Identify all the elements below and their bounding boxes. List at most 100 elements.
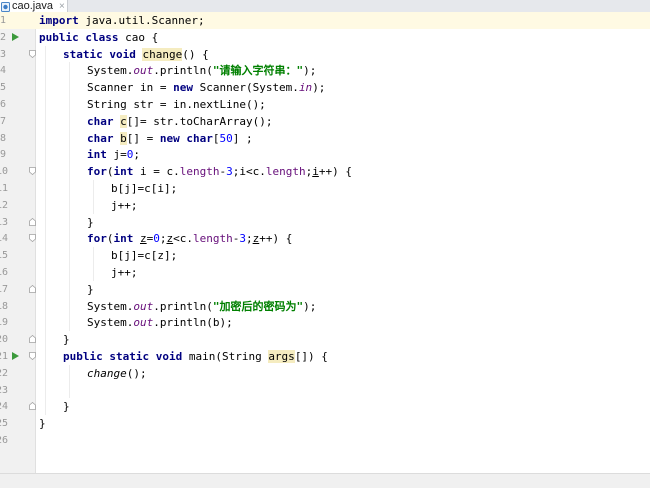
indent-guide-line [93,180,94,214]
code-line[interactable]: change(); [87,365,147,382]
gutter-row: 10 [0,163,36,180]
fold-end-icon[interactable] [29,284,36,293]
code-token: ] ; [232,131,253,145]
indent-guide-line [69,62,70,332]
highlighted-identifier: b [120,131,127,145]
code-line[interactable]: for(int z=0;z<c.length-3;z++) { [87,230,292,247]
code-token: System. [87,299,134,313]
code-token: Scanner in = [87,81,174,95]
code-line[interactable]: } [87,214,94,231]
gutter-row: 11 [0,180,35,197]
static-field-token: out [133,316,154,330]
code-line[interactable]: System.out.println("请输入字符串："); [87,62,316,79]
keyword-token: char [87,131,114,145]
code-token: java.util.Scanner; [78,14,205,27]
gutter-row: 1 [0,12,35,29]
fold-collapse-icon[interactable] [29,49,36,58]
line-number: 26 [0,435,9,446]
code-token: ; [159,232,167,246]
gutter-row: 2 [0,29,35,46]
code-line[interactable]: public class cao { [39,29,158,46]
code-line[interactable]: char b[] = new char[50] ; [87,130,253,147]
keyword-token: public class [39,30,119,44]
code-line[interactable]: b[j]=c[i]; [111,180,177,197]
field-token: length [179,165,220,179]
keyword-token: import [39,14,79,27]
code-line[interactable]: j++; [111,264,138,281]
code-token: } [63,333,70,347]
line-number: 16 [0,267,9,278]
keyword-token: int [113,165,134,179]
code-token: } [87,282,94,296]
code-token: } [63,400,70,414]
code-token: j++; [111,198,138,212]
line-number: 7 [0,115,6,127]
code-line[interactable]: b[j]=c[z]; [111,247,177,264]
highlighted-identifier: args [268,350,295,363]
line-number: 2 [0,31,6,43]
indent-guide-line [69,364,70,399]
code-line[interactable]: System.out.println(b); [87,314,233,331]
line-number: 24 [0,401,9,413]
indent-guide-line [45,45,46,416]
gutter-row: 16 [0,264,35,281]
static-field-token: out [133,299,154,313]
fold-end-icon[interactable] [29,217,36,226]
code-line[interactable]: int j=0; [87,146,140,163]
code-token: <c. [173,232,193,246]
line-number: 11 [0,183,9,194]
code-token: Scanner(System. [192,81,299,95]
line-number: 18 [0,300,9,312]
gutter-row: 18 [0,298,35,315]
line-number: 9 [0,149,6,161]
fold-end-icon[interactable] [29,335,36,344]
java-file-icon [1,1,10,12]
fold-collapse-icon[interactable] [29,352,36,360]
fold-collapse-icon[interactable] [29,234,36,243]
status-bar [0,473,650,488]
code-line[interactable]: j++; [111,197,138,214]
code-token: ); [312,81,326,95]
fold-end-icon[interactable] [29,402,36,411]
keyword-token: static void [63,47,136,61]
gutter-row: 4 [0,62,35,79]
code-token: ; [133,148,140,162]
code-line[interactable]: } [63,398,70,415]
code-line[interactable]: static void change() { [63,46,209,63]
code-line[interactable]: System.out.println("加密后的密码为"); [87,298,316,315]
code-line[interactable]: } [63,331,70,348]
run-icon[interactable] [12,352,19,360]
code-token: b[j]=c[z]; [111,249,178,263]
gutter-row: 22 [0,365,35,382]
code-line[interactable]: } [39,415,46,432]
code-line[interactable]: char c[]= str.toCharArray(); [87,113,272,130]
code-line[interactable]: String str = in.nextLine(); [87,96,266,113]
gutter-row: 14 [0,230,36,247]
code-line[interactable]: Scanner in = new Scanner(System.in); [87,79,325,96]
line-number: 23 [0,384,9,396]
code-line[interactable]: public static void main(String args[]) { [63,348,328,365]
number-literal: 50 [219,131,233,145]
fold-collapse-icon[interactable] [29,167,36,176]
code-line[interactable]: } [87,281,94,298]
gutter-row: 23 [0,382,35,399]
gutter-row: 3 [0,46,36,63]
run-icon[interactable] [12,32,19,41]
line-number: 1 [0,15,6,26]
line-number: 6 [0,99,6,110]
keyword-token: new [173,81,193,95]
gutter-row: 25 [0,415,35,432]
line-number: 17 [0,283,9,295]
line-number: 3 [0,48,6,60]
number-literal: 0 [153,232,160,246]
code-line[interactable]: for(int i = c.length-3;i<c.length;i++) { [87,163,352,180]
keyword-token: int [87,148,107,162]
line-number: 19 [0,317,9,329]
gutter-row: 13 [0,214,36,231]
code-token: main(String [182,350,269,363]
code-token: ;i<c. [232,165,266,179]
code-token: (); [126,366,147,380]
code-line[interactable]: import java.util.Scanner; [39,12,205,29]
code-token: String str = in.nextLine(); [87,98,266,111]
gutter-row: 5 [0,79,35,96]
